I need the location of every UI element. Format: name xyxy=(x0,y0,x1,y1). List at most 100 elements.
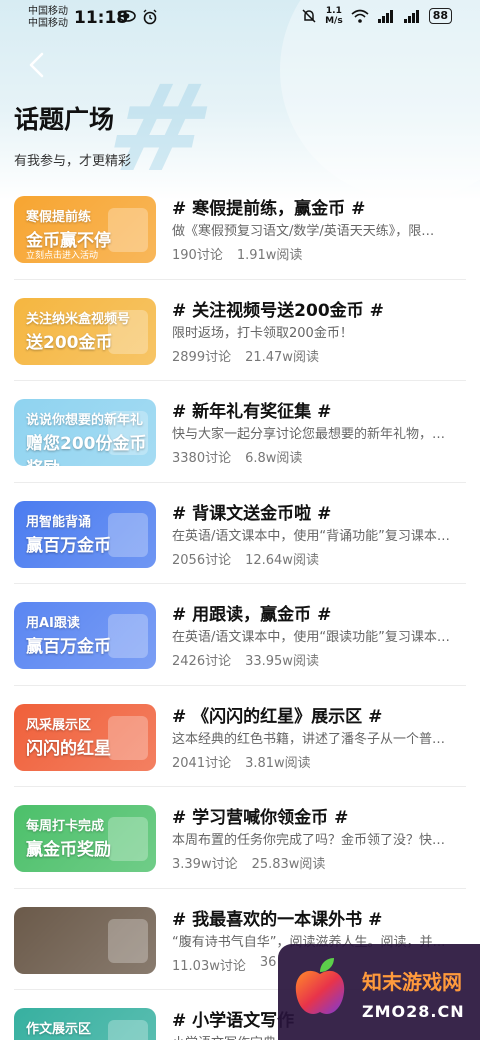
topic-item[interactable]: 关注纳米盒视频号送200金币 # 关注视频号送200金币 # 限时返场，打卡领取20… xyxy=(14,280,466,381)
topic-title[interactable]: # 背课文送金币啦 # xyxy=(172,499,331,524)
thumbnail-decor xyxy=(108,918,148,963)
eye-icon xyxy=(118,10,136,22)
thumbnail-text-2: 送200金币 xyxy=(26,332,113,353)
read-count: 1.91w阅读 xyxy=(236,248,303,263)
thumbnail-text-1: 用AI跟读 xyxy=(26,616,80,631)
topic-item[interactable]: 用智能背诵赢百万金币 # 背课文送金币啦 # 在英语/语文课本中，使用“背诵功能”复… xyxy=(14,483,466,584)
topic-description: 本周布置的任务你完成了吗？金币领了没？快… xyxy=(172,833,446,848)
topic-description: 在英语/语文课本中，使用“跟读功能”复习课本… xyxy=(172,630,450,645)
discussion-count: 190讨论 xyxy=(172,248,223,263)
topic-thumbnail[interactable]: 关注纳米盒视频号送200金币 xyxy=(14,297,156,365)
topic-thumbnail[interactable]: 寒假提前练 金币赢不停 立刻点击进入活动 xyxy=(14,196,156,263)
topic-thumbnail[interactable]: 用AI跟读赢百万金币 xyxy=(14,602,156,669)
wifi-icon xyxy=(351,9,369,23)
topic-item[interactable]: 风采展示区闪闪的红星 # 《闪闪的红星》展示区 # 这本经典的红色书籍，讲述了潘冬子… xyxy=(14,686,466,787)
topic-stats: 3.39w讨论 25.83w阅读 xyxy=(172,853,325,872)
watermark-url: ZMO28.CN xyxy=(362,1002,465,1021)
discussion-count: 2899讨论 xyxy=(172,349,232,365)
read-count: 33.95w阅读 xyxy=(245,654,319,669)
status-icons-left xyxy=(118,9,158,25)
topic-title[interactable]: # 学习营喊你领金币 # xyxy=(172,803,348,828)
topic-stats: 2041讨论 3.81w阅读 xyxy=(172,752,311,771)
discussion-count: 11.03w讨论 xyxy=(172,958,246,974)
network-speed: 1.1 M/s xyxy=(325,6,343,26)
discussion-count: 3.39w讨论 xyxy=(172,857,238,872)
carrier-labels: 中国移动 中国移动 xyxy=(28,6,68,30)
topic-stats: 11.03w讨论 36 xyxy=(172,955,276,974)
topic-thumbnail[interactable]: 说说你想要的新年礼赠您200份金币奖励 xyxy=(14,399,156,466)
topic-item[interactable]: 寒假提前练 金币赢不停 立刻点击进入活动 # 寒假提前练，赢金币 # 做《寒假预复习语文… xyxy=(14,178,466,280)
thumbnail-decor xyxy=(108,817,148,861)
page-title: 话题广场 xyxy=(14,105,115,134)
read-count: 6.8w阅读 xyxy=(245,451,303,466)
topic-description: 限时返场，打卡领取200金币！ xyxy=(172,325,353,341)
thumbnail-text-2: 赢百万金币 xyxy=(26,637,111,657)
topic-thumbnail[interactable] xyxy=(14,906,156,974)
thumbnail-text-2: 赢百万金币 xyxy=(26,535,111,556)
topic-thumbnail[interactable]: 风采展示区闪闪的红星 xyxy=(14,703,156,771)
topic-stats: 190讨论 1.91w阅读 xyxy=(172,244,302,263)
topic-stats: 3380讨论 6.8w阅读 xyxy=(172,447,302,466)
topic-description: 这本经典的红色书籍，讲述了潘冬子从一个普… xyxy=(172,731,446,747)
thumbnail-text-1: 说说你想要的新年礼 xyxy=(26,413,144,428)
topic-description: 做《寒假预复习语文/数学/英语天天练》，限… xyxy=(172,224,435,239)
topic-title[interactable]: # 新年礼有奖征集 # xyxy=(172,397,331,422)
alarm-icon xyxy=(143,9,157,25)
speed-unit: M/s xyxy=(325,16,343,26)
thumbnail-decor xyxy=(108,614,148,658)
signal-icon-2 xyxy=(403,10,419,23)
back-button[interactable] xyxy=(22,50,52,80)
topic-title[interactable]: # 寒假提前练，赢金币 # xyxy=(172,194,365,219)
carrier-2: 中国移动 xyxy=(28,18,68,29)
page-subtitle: 有我参与，才更精彩 xyxy=(14,154,132,169)
thumbnail-text-2: 赠您200份金币奖励 xyxy=(26,434,147,466)
topic-item[interactable]: 每周打卡完成赢金币奖励 # 学习营喊你领金币 # 本周布置的任务你完成了吗？金币领了… xyxy=(14,787,466,889)
thumbnail-text-1: 每周打卡完成 xyxy=(26,819,105,834)
topic-title[interactable]: # 用跟读，赢金币 # xyxy=(172,600,331,625)
thumbnail-text-3: 立刻点击进入活动 xyxy=(26,251,99,261)
mute-icon xyxy=(302,9,316,23)
apple-logo-icon xyxy=(295,958,345,1014)
read-count: 36 xyxy=(259,954,277,970)
topic-title[interactable]: # 我最喜欢的一本课外书 # xyxy=(172,905,382,930)
topic-thumbnail[interactable]: 每周打卡完成赢金币奖励 xyxy=(14,805,156,872)
discussion-count: 3380讨论 xyxy=(172,451,232,466)
discussion-count: 2056讨论 xyxy=(172,552,232,568)
topic-list: 寒假提前练 金币赢不停 立刻点击进入活动 # 寒假提前练，赢金币 # 做《寒假预复习语文… xyxy=(0,178,480,1040)
topic-description: 在英语/语文课本中，使用“背诵功能”复习课本… xyxy=(172,528,450,544)
thumbnail-decor xyxy=(108,512,148,557)
thumbnail-text-2: 闪闪的红星 xyxy=(26,738,111,759)
speed-value: 1.1 xyxy=(325,6,342,16)
status-bar: 中国移动 中国移动 11:18 1.1 M/s 88 xyxy=(0,0,480,34)
discussion-count: 2426讨论 xyxy=(172,654,232,669)
carrier-1: 中国移动 xyxy=(28,6,68,17)
thumbnail-text-1: 作文展示区 xyxy=(26,1022,92,1037)
topic-description: 快与大家一起分享讨论您最想要的新年礼物，… xyxy=(172,427,446,442)
topic-title[interactable]: # 关注视频号送200金币 # xyxy=(172,296,384,321)
topic-thumbnail[interactable]: 作文展示区 xyxy=(14,1008,156,1040)
topic-thumbnail[interactable]: 用智能背诵赢百万金币 xyxy=(14,500,156,568)
thumbnail-decor xyxy=(108,1020,148,1040)
topic-item[interactable]: 说说你想要的新年礼赠您200份金币奖励 # 新年礼有奖征集 # 快与大家一起分享讨论… xyxy=(14,381,466,483)
topic-stats: 2899讨论 21.47w阅读 xyxy=(172,346,319,365)
thumbnail-text-1: 风采展示区 xyxy=(26,717,92,733)
chevron-left-icon xyxy=(29,52,44,78)
thumbnail-text-1: 用智能背诵 xyxy=(26,514,92,530)
topic-title[interactable]: # 小学语文写作 xyxy=(172,1006,294,1031)
read-count: 25.83w阅读 xyxy=(251,857,326,872)
read-count: 21.47w阅读 xyxy=(245,349,319,365)
topic-title[interactable]: # 《闪闪的红星》展示区 # xyxy=(172,702,382,727)
topic-stats: 2056讨论 12.64w阅读 xyxy=(172,549,319,568)
discussion-count: 2041讨论 xyxy=(172,755,232,771)
read-count: 3.81w阅读 xyxy=(245,755,311,771)
thumbnail-decor xyxy=(108,715,148,760)
signal-icon xyxy=(377,10,393,23)
thumbnail-decor xyxy=(108,208,148,252)
thumbnail-text-2: 赢金币奖励 xyxy=(26,840,111,860)
watermark: 知末游戏网 ZMO28.CN xyxy=(278,944,480,1040)
thumbnail-text-1: 寒假提前练 xyxy=(26,210,92,225)
thumbnail-text-1: 关注纳米盒视频号 xyxy=(26,311,131,327)
battery-icon: 88 xyxy=(428,8,452,24)
topic-stats: 2426讨论 33.95w阅读 xyxy=(172,650,319,669)
topic-item[interactable]: 用AI跟读赢百万金币 # 用跟读，赢金币 # 在英语/语文课本中，使用“跟读功能”复… xyxy=(14,584,466,686)
